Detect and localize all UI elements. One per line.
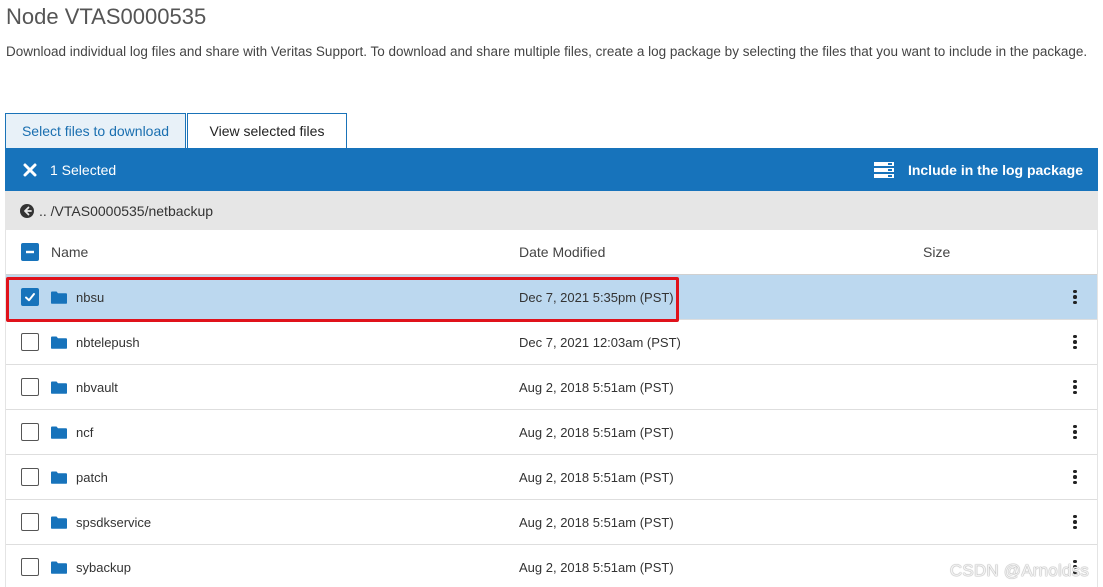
include-in-log-package-button[interactable]: Include in the log package [873, 161, 1083, 178]
kebab-menu-icon[interactable] [1070, 513, 1080, 531]
row-checkbox[interactable] [21, 558, 39, 576]
table-row[interactable]: patch Aug 2, 2018 5:51am (PST) [6, 455, 1097, 500]
row-checkbox[interactable] [21, 378, 39, 396]
selected-count: 1 Selected [50, 161, 117, 178]
page-description: Download individual log files and share … [6, 44, 1088, 59]
server-stack-icon [873, 161, 894, 178]
kebab-menu-icon[interactable] [1070, 423, 1080, 441]
column-header-size[interactable]: Size [923, 244, 950, 260]
file-table: Name Date Modified Size nbsu Dec 7, 2021 … [5, 230, 1098, 587]
breadcrumb: .. /VTAS0000535/netbackup [5, 191, 1098, 230]
indeterminate-icon [26, 250, 34, 254]
date-modified: Aug 2, 2018 5:51am (PST) [519, 424, 674, 440]
folder-icon [51, 426, 67, 439]
clear-selection-button[interactable] [19, 159, 41, 181]
table-row[interactable]: nbsu Dec 7, 2021 5:35pm (PST) [6, 275, 1097, 320]
watermark: CSDN @Arnoldss [949, 561, 1089, 580]
table-row[interactable]: nbtelepush Dec 7, 2021 12:03am (PST) [6, 320, 1097, 365]
file-name[interactable]: nbsu [76, 290, 104, 305]
date-modified: Aug 2, 2018 5:51am (PST) [519, 379, 674, 395]
row-checkbox[interactable] [21, 513, 39, 531]
checkmark-icon [25, 293, 35, 302]
selection-action-bar: 1 Selected Include in the log package [5, 148, 1098, 191]
kebab-menu-icon[interactable] [1070, 288, 1080, 306]
back-arrow-icon[interactable] [20, 203, 34, 218]
column-header-date[interactable]: Date Modified [519, 244, 605, 260]
kebab-menu-icon[interactable] [1070, 468, 1080, 486]
column-header-name[interactable]: Name [51, 244, 88, 260]
date-modified: Dec 7, 2021 5:35pm (PST) [519, 289, 674, 305]
breadcrumb-path[interactable]: .. /VTAS0000535/netbackup [39, 203, 213, 219]
folder-icon [51, 561, 67, 574]
folder-icon [51, 516, 67, 529]
kebab-menu-icon[interactable] [1070, 378, 1080, 396]
row-checkbox[interactable] [21, 468, 39, 486]
tab-select-files[interactable]: Select files to download [5, 113, 186, 148]
include-label: Include in the log package [907, 161, 1083, 178]
date-modified: Aug 2, 2018 5:51am (PST) [519, 559, 674, 575]
folder-icon [51, 471, 67, 484]
table-header: Name Date Modified Size [6, 230, 1097, 275]
row-checkbox[interactable] [21, 288, 39, 306]
row-checkbox[interactable] [21, 333, 39, 351]
table-row[interactable]: nbvault Aug 2, 2018 5:51am (PST) [6, 365, 1097, 410]
date-modified: Dec 7, 2021 12:03am (PST) [519, 334, 681, 350]
tab-bar: Select files to download View selected f… [5, 113, 347, 148]
file-name[interactable]: sybackup [76, 560, 131, 575]
file-name[interactable]: spsdkservice [76, 515, 151, 530]
kebab-menu-icon[interactable] [1070, 333, 1080, 351]
date-modified: Aug 2, 2018 5:51am (PST) [519, 514, 674, 530]
close-icon [23, 163, 37, 176]
file-name[interactable]: ncf [76, 425, 93, 440]
select-all-checkbox[interactable] [21, 243, 39, 261]
table-row[interactable]: spsdkservice Aug 2, 2018 5:51am (PST) [6, 500, 1097, 545]
table-row[interactable]: sybackup Aug 2, 2018 5:51am (PST) [6, 545, 1097, 587]
date-modified: Aug 2, 2018 5:51am (PST) [519, 469, 674, 485]
file-name[interactable]: nbtelepush [76, 335, 140, 350]
folder-icon [51, 336, 67, 349]
file-name[interactable]: patch [76, 470, 108, 485]
folder-icon [51, 381, 67, 394]
table-row[interactable]: ncf Aug 2, 2018 5:51am (PST) [6, 410, 1097, 455]
folder-icon [51, 291, 67, 304]
page-title: Node VTAS0000535 [6, 4, 207, 29]
file-name[interactable]: nbvault [76, 380, 118, 395]
tab-view-selected[interactable]: View selected files [187, 113, 347, 148]
row-checkbox[interactable] [21, 423, 39, 441]
